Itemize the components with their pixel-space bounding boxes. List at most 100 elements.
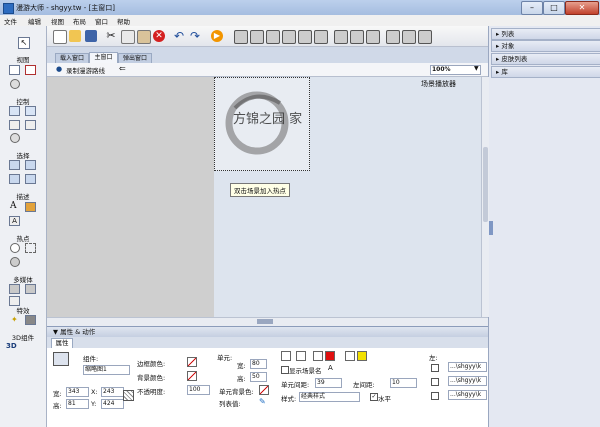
view-circle-tool-icon[interactable] (10, 79, 20, 89)
canvas-vscrollbar[interactable] (481, 77, 489, 317)
height-field[interactable]: 81 (66, 399, 89, 409)
opacity-field[interactable]: 100 (187, 385, 210, 395)
splitter-grip[interactable] (257, 319, 273, 324)
preview-play-icon[interactable]: ▶ (211, 30, 223, 42)
thumbnail-component[interactable]: 方锦之园 家 (214, 77, 310, 171)
cell-height-field[interactable]: 50 (250, 372, 267, 382)
cut-icon[interactable]: ✂ (105, 30, 117, 42)
font-style-icon[interactable] (281, 351, 291, 361)
left-spacing-field[interactable]: 10 (390, 378, 417, 388)
style-select[interactable]: 经典样式 (299, 392, 360, 402)
video-tool-icon[interactable] (9, 284, 20, 294)
select-tree-tool-icon[interactable] (25, 174, 36, 184)
text-color-icon[interactable] (313, 351, 323, 361)
delete-icon[interactable]: ✕ (153, 30, 165, 42)
new-icon[interactable] (53, 30, 67, 44)
control-slider-tool-icon[interactable] (9, 120, 20, 130)
paste-icon[interactable] (137, 30, 151, 44)
list-value-edit-icon[interactable]: ✎ (259, 397, 266, 406)
align-left-icon[interactable] (234, 30, 248, 44)
component-name-field[interactable]: 缩略图1 (83, 365, 130, 375)
menu-window[interactable]: 窗口 (95, 16, 108, 26)
x-field[interactable]: 243 (101, 387, 124, 397)
align-right-icon[interactable] (266, 30, 280, 44)
highlight-icon[interactable] (345, 351, 355, 361)
panel-collapse-handle[interactable] (489, 221, 493, 235)
pointer-tool-icon[interactable]: ↖ (18, 37, 30, 49)
hotspot-point-tool-icon[interactable] (10, 243, 20, 253)
sparkle-tool-icon[interactable]: ✦ (11, 315, 18, 324)
menu-view[interactable]: 视图 (51, 16, 64, 26)
show-scene-name-checkbox[interactable] (281, 366, 289, 374)
panel-list[interactable]: ▸ 列表 (491, 28, 600, 40)
distribute-icon[interactable] (418, 30, 432, 44)
select-thumbnail-tool-icon[interactable] (9, 160, 20, 170)
control-list-tool-icon[interactable] (25, 120, 36, 130)
path-field-2[interactable]: ...\shgyy\k (448, 376, 487, 386)
menu-layout[interactable]: 布局 (73, 16, 86, 26)
path-checkbox-3[interactable] (431, 392, 439, 400)
record-path-button[interactable]: 录制漫游路线 (66, 65, 105, 75)
hotspot-polygon-tool-icon[interactable] (10, 257, 20, 267)
same-width-icon[interactable] (334, 30, 348, 44)
scene-player-stage[interactable]: 场景播放器 方锦之园 家 双击场景加入热点 (214, 77, 481, 317)
align-bottom-icon[interactable] (314, 30, 328, 44)
label-tool-icon[interactable]: A (9, 216, 20, 226)
menu-file[interactable]: 文件 (4, 16, 17, 26)
undo-icon[interactable]: ↶ (173, 30, 185, 42)
same-height-icon[interactable] (350, 30, 364, 44)
panel-objects[interactable]: ▸ 对象 (491, 40, 600, 52)
space-horizontal-icon[interactable] (386, 30, 400, 44)
copy-icon[interactable] (121, 30, 135, 44)
canvas-hscrollbar[interactable] (47, 317, 488, 326)
back-arrow-icon[interactable]: ⇐ (119, 64, 126, 73)
menu-help[interactable]: 帮助 (117, 16, 130, 26)
red-color-swatch[interactable] (325, 351, 335, 361)
cell-spacing-field[interactable]: 39 (315, 378, 342, 388)
font-icon[interactable]: A (328, 364, 333, 372)
path-field-1[interactable]: ...\shgyy\k (448, 362, 487, 372)
close-button[interactable]: ✕ (565, 1, 599, 15)
properties-header[interactable]: ▼ 属性 & 动作 (47, 326, 488, 337)
canvas-scroll-thumb[interactable] (483, 147, 488, 222)
open-icon[interactable] (69, 30, 81, 42)
align-middle-icon[interactable] (298, 30, 312, 44)
menu-edit[interactable]: 编辑 (28, 16, 41, 26)
minimize-button[interactable]: – (521, 1, 543, 15)
cell-bg-swatch[interactable] (259, 385, 269, 395)
control-bar-tool-icon[interactable] (25, 106, 36, 116)
bg-color-swatch[interactable] (187, 371, 197, 381)
horizontal-checkbox[interactable]: ✓ (370, 393, 378, 401)
panel-library[interactable]: ▸ 库 (491, 66, 600, 78)
font-size-icon[interactable] (296, 351, 306, 361)
text-tool-icon[interactable]: A (10, 201, 17, 211)
zoom-dropdown-icon[interactable]: ▼ (474, 65, 479, 72)
select-combo-tool-icon[interactable] (25, 160, 36, 170)
redo-icon[interactable]: ↷ (189, 30, 201, 42)
width-field[interactable]: 343 (66, 387, 89, 397)
hotspot-area-tool-icon[interactable] (25, 243, 36, 253)
space-vertical-icon[interactable] (402, 30, 416, 44)
y-field[interactable]: 424 (101, 399, 124, 409)
border-color-swatch[interactable] (187, 357, 197, 367)
path-checkbox-2[interactable] (431, 378, 439, 386)
effect-tool-icon[interactable] (25, 315, 36, 325)
yellow-color-swatch[interactable] (357, 351, 367, 361)
image-tool-icon[interactable] (25, 202, 36, 212)
view-image-tool-icon[interactable] (25, 65, 36, 75)
same-size-icon[interactable] (366, 30, 380, 44)
select-list-tool-icon[interactable] (9, 174, 20, 184)
record-path-icon[interactable]: ● (56, 65, 62, 73)
panel-skin-list[interactable]: ▸ 皮肤列表 (491, 53, 600, 65)
tab-properties[interactable]: 属性 (51, 338, 73, 348)
view-rect-tool-icon[interactable] (9, 65, 20, 75)
control-button-tool-icon[interactable] (9, 106, 20, 116)
path-checkbox-1[interactable] (431, 364, 439, 372)
align-center-icon[interactable] (250, 30, 264, 44)
3d-component-tool-icon[interactable]: 3D (6, 342, 17, 350)
align-top-icon[interactable] (282, 30, 296, 44)
lock-ratio-icon[interactable] (123, 390, 134, 401)
cell-width-field[interactable]: 80 (250, 359, 267, 369)
path-field-3[interactable]: ...\shgyy\k (448, 390, 487, 400)
save-icon[interactable] (85, 30, 97, 42)
